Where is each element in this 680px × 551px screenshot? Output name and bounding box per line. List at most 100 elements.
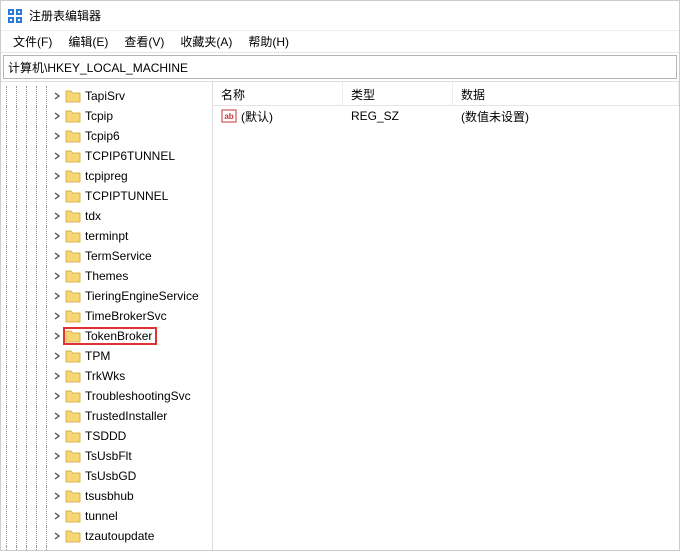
tree-item-label: UASPStor (85, 549, 140, 550)
chevron-right-icon[interactable] (51, 110, 63, 122)
tree-item[interactable]: TsUsbGD (1, 466, 212, 486)
tree-item-label: tcpipreg (85, 169, 128, 183)
list-body: ab(默认)REG_SZ(数值未设置) (213, 106, 679, 126)
tree-item[interactable]: TimeBrokerSvc (1, 306, 212, 326)
folder-icon (65, 129, 81, 143)
tree-item[interactable]: TCPIPTUNNEL (1, 186, 212, 206)
chevron-right-icon[interactable] (51, 190, 63, 202)
tree-item-label: TrustedInstaller (85, 409, 167, 423)
tree-item[interactable]: tsusbhub (1, 486, 212, 506)
chevron-right-icon[interactable] (51, 450, 63, 462)
folder-icon (65, 209, 81, 223)
chevron-right-icon[interactable] (51, 250, 63, 262)
tree-item[interactable]: TPM (1, 346, 212, 366)
tree-item-label: Themes (85, 269, 128, 283)
tree-item-label: TCPIPTUNNEL (85, 189, 168, 203)
tree-item[interactable]: TCPIP6TUNNEL (1, 146, 212, 166)
tree-item[interactable]: Tcpip (1, 106, 212, 126)
menu-file[interactable]: 文件(F) (5, 31, 60, 52)
tree-item-label: TrkWks (85, 369, 125, 383)
chevron-right-icon[interactable] (51, 350, 63, 362)
tree-item[interactable]: TieringEngineService (1, 286, 212, 306)
tree-item[interactable]: tcpipreg (1, 166, 212, 186)
tree-item-label: tzautoupdate (85, 529, 154, 543)
cell-type: REG_SZ (343, 109, 453, 123)
folder-icon (65, 289, 81, 303)
tree-item[interactable]: TrustedInstaller (1, 406, 212, 426)
chevron-right-icon[interactable] (51, 150, 63, 162)
tree-item[interactable]: TSDDD (1, 426, 212, 446)
chevron-right-icon[interactable] (51, 490, 63, 502)
tree-item-label: TapiSrv (85, 89, 125, 103)
list-header: 名称 类型 数据 (213, 82, 679, 106)
chevron-right-icon[interactable] (51, 170, 63, 182)
chevron-right-icon[interactable] (51, 310, 63, 322)
column-name[interactable]: 名称 (213, 82, 343, 105)
menu-edit[interactable]: 编辑(E) (60, 31, 116, 52)
folder-icon (65, 309, 81, 323)
folder-icon (65, 189, 81, 203)
cell-data: (数值未设置) (453, 108, 679, 125)
tree-item-label: TSDDD (85, 429, 126, 443)
chevron-right-icon[interactable] (51, 270, 63, 282)
chevron-right-icon[interactable] (51, 430, 63, 442)
app-icon (7, 8, 23, 24)
chevron-right-icon[interactable] (51, 230, 63, 242)
tree-item-label: terminpt (85, 229, 128, 243)
folder-icon (65, 389, 81, 403)
tree-item-label: TieringEngineService (85, 289, 199, 303)
tree-item[interactable]: tdx (1, 206, 212, 226)
tree-item[interactable]: Tcpip6 (1, 126, 212, 146)
tree: TapiSrv Tcpip Tcpip6 TCPIP6TUNNEL tcpipreg TC… (1, 86, 212, 550)
tree-item[interactable]: TokenBroker (1, 326, 212, 346)
folder-icon (65, 169, 81, 183)
list-row[interactable]: ab(默认)REG_SZ(数值未设置) (213, 106, 679, 126)
chevron-right-icon[interactable] (51, 530, 63, 542)
chevron-right-icon[interactable] (51, 130, 63, 142)
folder-icon (65, 529, 81, 543)
menubar: 文件(F) 编辑(E) 查看(V) 收藏夹(A) 帮助(H) (1, 31, 679, 53)
address-bar[interactable]: 计算机\HKEY_LOCAL_MACHINE (3, 55, 677, 79)
chevron-right-icon[interactable] (51, 210, 63, 222)
folder-icon (65, 469, 81, 483)
tree-item-label: TroubleshootingSvc (85, 389, 191, 403)
tree-item[interactable]: TroubleshootingSvc (1, 386, 212, 406)
menu-favorites[interactable]: 收藏夹(A) (172, 31, 240, 52)
chevron-right-icon[interactable] (51, 510, 63, 522)
folder-icon (65, 149, 81, 163)
menu-help[interactable]: 帮助(H) (240, 31, 297, 52)
tree-item-label: Tcpip6 (85, 129, 120, 143)
tree-item-label: tdx (85, 209, 101, 223)
tree-item[interactable]: Themes (1, 266, 212, 286)
chevron-right-icon[interactable] (51, 470, 63, 482)
menu-view[interactable]: 查看(V) (116, 31, 172, 52)
chevron-right-icon[interactable] (51, 370, 63, 382)
tree-item[interactable]: UASPStor (1, 546, 212, 550)
tree-item[interactable]: tzautoupdate (1, 526, 212, 546)
chevron-right-icon[interactable] (51, 330, 63, 342)
column-type[interactable]: 类型 (343, 82, 453, 105)
chevron-right-icon[interactable] (51, 410, 63, 422)
tree-item-label: Tcpip (85, 109, 113, 123)
tree-item[interactable]: tunnel (1, 506, 212, 526)
svg-text:ab: ab (224, 112, 233, 121)
tree-item[interactable]: TapiSrv (1, 86, 212, 106)
tree-item[interactable]: TsUsbFlt (1, 446, 212, 466)
tree-item-label: TsUsbGD (85, 469, 136, 483)
folder-icon (65, 349, 81, 363)
tree-item-label: tsusbhub (85, 489, 134, 503)
tree-item-label: TsUsbFlt (85, 449, 132, 463)
folder-icon (65, 329, 81, 343)
chevron-right-icon[interactable] (51, 290, 63, 302)
tree-item[interactable]: TrkWks (1, 366, 212, 386)
folder-icon (65, 229, 81, 243)
chevron-right-icon[interactable] (51, 90, 63, 102)
column-data[interactable]: 数据 (453, 82, 679, 105)
tree-item[interactable]: terminpt (1, 226, 212, 246)
chevron-right-icon[interactable] (51, 390, 63, 402)
tree-item-label: TokenBroker (85, 329, 152, 343)
folder-icon (65, 249, 81, 263)
tree-item-label: TPM (85, 349, 110, 363)
window-title: 注册表编辑器 (29, 7, 101, 24)
tree-item[interactable]: TermService (1, 246, 212, 266)
